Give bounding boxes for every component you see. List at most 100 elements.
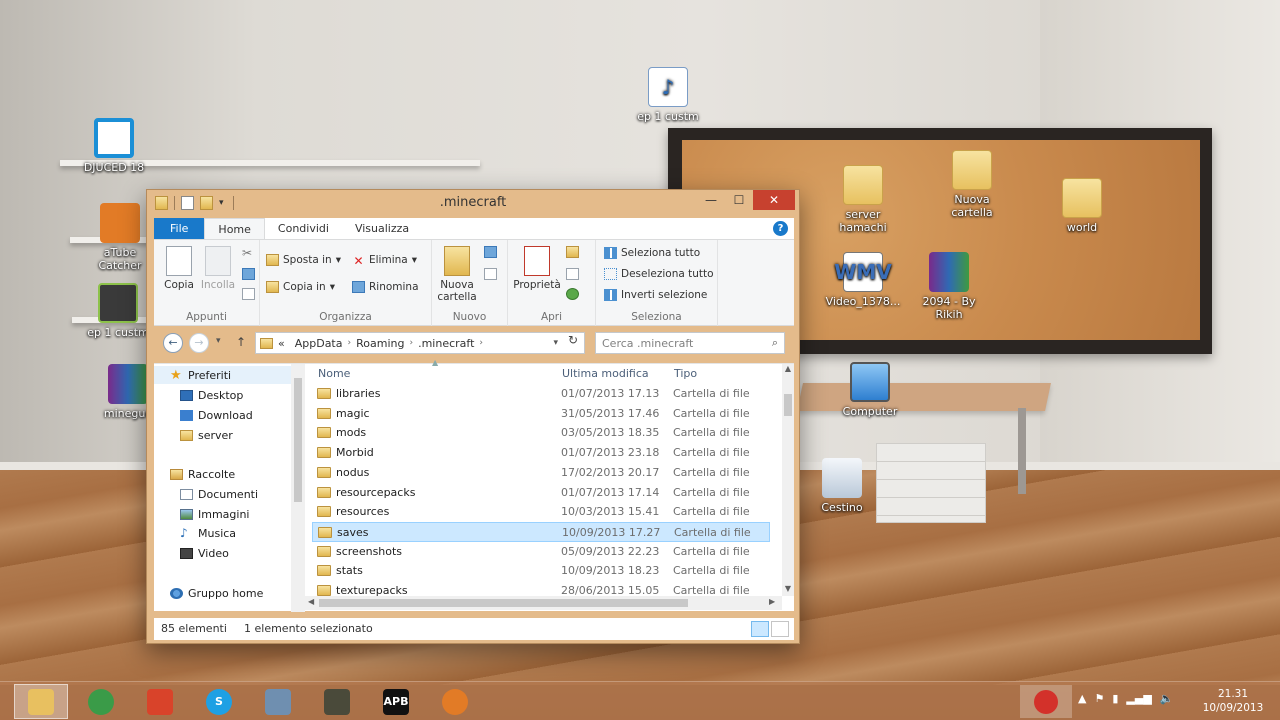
invert-selection-button[interactable]: Inverti selezione bbox=[604, 289, 707, 301]
desktop-icon-ep1-doc[interactable]: ♪ ep 1 custm bbox=[630, 67, 706, 123]
nav-item-preferiti[interactable]: ★ Preferiti bbox=[154, 366, 291, 384]
scrollbar-thumb[interactable] bbox=[319, 599, 688, 607]
desktop-icon-computer[interactable]: Computer bbox=[832, 362, 908, 418]
volume-icon[interactable]: 🔈 bbox=[1160, 692, 1174, 705]
large-icons-view-button[interactable] bbox=[771, 621, 789, 637]
file-row[interactable]: Morbid 01/07/2013 23.18 Cartella di file bbox=[312, 443, 770, 463]
file-row[interactable]: saves 10/09/2013 17.27 Cartella di file bbox=[312, 521, 770, 542]
nav-item-documenti[interactable]: Documenti bbox=[180, 485, 258, 503]
properties-button[interactable]: Proprietà bbox=[512, 246, 562, 291]
navigation-scrollbar[interactable] bbox=[291, 364, 305, 612]
nav-item-immagini[interactable]: Immagini bbox=[180, 505, 249, 523]
paste-button[interactable]: Incolla bbox=[195, 246, 241, 291]
select-none-button[interactable]: Deseleziona tutto bbox=[604, 268, 714, 280]
breadcrumb-overflow[interactable]: « bbox=[273, 337, 290, 350]
column-header-type[interactable]: Tipo bbox=[674, 367, 697, 385]
chevron-down-icon[interactable]: ▾ bbox=[553, 338, 558, 348]
address-field[interactable]: « AppData › Roaming › .minecraft › ▾ bbox=[255, 332, 585, 354]
help-icon[interactable]: ? bbox=[773, 221, 788, 236]
file-row[interactable]: nodus 17/02/2013 20.17 Cartella di file bbox=[312, 463, 770, 483]
desktop-icon-2094-rar[interactable]: 2094 - By Rikih bbox=[911, 252, 987, 321]
delete-button[interactable]: ✕ Elimina ▾ bbox=[352, 254, 417, 268]
edit-button[interactable] bbox=[566, 268, 579, 280]
scrollbar-thumb[interactable] bbox=[784, 394, 792, 416]
details-view-button[interactable] bbox=[751, 621, 769, 637]
refresh-button[interactable]: ↻ bbox=[563, 333, 583, 351]
taskbar-button-app-window[interactable] bbox=[251, 684, 305, 719]
select-all-button[interactable]: Seleziona tutto bbox=[604, 247, 700, 259]
desktop-icon-world[interactable]: world bbox=[1044, 178, 1120, 234]
rename-button[interactable]: Rinomina bbox=[352, 281, 419, 293]
column-header-name[interactable]: Nome bbox=[318, 367, 350, 385]
desktop-icon-nuova-cartella[interactable]: Nuova cartella bbox=[934, 150, 1010, 219]
tab-condividi[interactable]: Condividi bbox=[265, 218, 342, 239]
chevron-right-icon[interactable]: ▶ bbox=[769, 597, 775, 606]
forward-button[interactable]: → bbox=[189, 333, 209, 353]
clock[interactable]: 21.31 10/09/2013 bbox=[1196, 687, 1270, 715]
nav-item-musica[interactable]: ♪ Musica bbox=[180, 524, 236, 542]
nav-item-desktop[interactable]: Desktop bbox=[180, 386, 243, 404]
recent-locations-chevron-icon[interactable]: ▾ bbox=[216, 336, 221, 346]
nav-item-download[interactable]: Download bbox=[180, 406, 253, 424]
file-row[interactable]: mods 03/05/2013 18.35 Cartella di file bbox=[312, 423, 770, 443]
cut-button[interactable]: ✂ bbox=[242, 246, 255, 260]
search-input[interactable]: Cerca .minecraft ⌕ bbox=[595, 332, 785, 354]
flag-icon[interactable]: ⚑ bbox=[1094, 692, 1104, 705]
minimize-button[interactable]: — bbox=[697, 190, 725, 210]
horizontal-scrollbar[interactable]: ◀ ▶ bbox=[305, 596, 782, 610]
file-row[interactable]: libraries 01/07/2013 17.13 Cartella di fil… bbox=[312, 384, 770, 404]
file-row[interactable]: magic 31/05/2013 17.46 Cartella di file bbox=[312, 404, 770, 424]
chevron-right-icon[interactable]: › bbox=[479, 338, 483, 348]
file-row[interactable]: resourcepacks 01/07/2013 17.14 Cartella di… bbox=[312, 483, 770, 503]
desktop-icon-djuced[interactable]: DJUCED 18 bbox=[76, 118, 152, 174]
column-header-date[interactable]: Ultima modifica bbox=[562, 367, 649, 385]
chevron-left-icon[interactable]: ◀ bbox=[308, 597, 314, 606]
back-button[interactable]: ← bbox=[163, 333, 183, 353]
close-button[interactable]: ✕ bbox=[753, 190, 795, 210]
breadcrumb-appdata[interactable]: AppData bbox=[290, 337, 348, 350]
scrollbar-thumb[interactable] bbox=[294, 378, 302, 502]
copy-to-button[interactable]: Copia in ▾ bbox=[266, 281, 335, 293]
taskbar-button-office[interactable] bbox=[133, 684, 187, 719]
nav-item-video[interactable]: Video bbox=[180, 544, 229, 562]
maximize-button[interactable]: ☐ bbox=[725, 190, 753, 210]
chevron-up-icon[interactable]: ▲ bbox=[1078, 692, 1086, 705]
move-to-button[interactable]: Sposta in ▾ bbox=[266, 254, 341, 266]
desktop-icon-server-hamachi[interactable]: server hamachi bbox=[825, 165, 901, 234]
open-button[interactable] bbox=[566, 246, 579, 258]
desktop-icon-ep1-video[interactable]: ep 1 custm bbox=[80, 283, 156, 339]
taskbar-button-chrome[interactable] bbox=[74, 684, 128, 719]
easy-access-button[interactable] bbox=[484, 268, 497, 280]
taskbar-button-atube-catcher[interactable] bbox=[428, 684, 482, 719]
desktop-icon-recycle-bin[interactable]: Cestino bbox=[804, 458, 880, 514]
nav-item-server[interactable]: server bbox=[180, 426, 233, 444]
breadcrumb-roaming[interactable]: Roaming bbox=[351, 337, 409, 350]
breadcrumb-minecraft[interactable]: .minecraft bbox=[413, 337, 479, 350]
copy-path-button[interactable] bbox=[242, 268, 255, 280]
nav-item-gruppo-home[interactable]: Gruppo home bbox=[170, 584, 263, 602]
power-icon[interactable]: ▮ bbox=[1112, 692, 1118, 705]
nav-item-raccolte[interactable]: Raccolte bbox=[170, 465, 235, 483]
tab-home[interactable]: Home bbox=[204, 218, 265, 239]
chevron-down-icon[interactable]: ▼ bbox=[782, 584, 794, 593]
title-bar[interactable]: ▾ .minecraft — ☐ ✕ bbox=[147, 190, 799, 218]
history-button[interactable] bbox=[566, 288, 579, 300]
file-list-scrollbar[interactable]: ▲ ▼ bbox=[782, 364, 794, 596]
tray-app-button[interactable] bbox=[1020, 685, 1072, 718]
file-row[interactable]: resources 10/03/2013 15.41 Cartella di fil… bbox=[312, 502, 770, 522]
network-icon[interactable]: ▂▄▆ bbox=[1126, 692, 1151, 705]
chevron-up-icon[interactable]: ▲ bbox=[782, 364, 794, 373]
new-folder-button[interactable]: Nuova cartella bbox=[434, 246, 480, 303]
taskbar-button-file-explorer[interactable] bbox=[14, 684, 68, 719]
up-button[interactable]: ↑ bbox=[236, 335, 246, 349]
new-item-button[interactable] bbox=[484, 246, 497, 258]
tab-file[interactable]: File bbox=[154, 218, 205, 239]
desktop-icon-video-wmv[interactable]: WMV Video_1378... bbox=[825, 252, 901, 308]
taskbar-button-minecraft-launcher[interactable] bbox=[310, 684, 364, 719]
file-row[interactable]: stats 10/09/2013 18.23 Cartella di file bbox=[312, 561, 770, 581]
paste-shortcut-button[interactable] bbox=[242, 288, 255, 300]
tab-visualizza[interactable]: Visualizza bbox=[342, 218, 422, 239]
taskbar-button-apb[interactable]: APB bbox=[369, 684, 423, 719]
file-row[interactable]: screenshots 05/09/2013 22.23 Cartella di f… bbox=[312, 542, 770, 562]
taskbar-button-skype[interactable]: S bbox=[192, 684, 246, 719]
